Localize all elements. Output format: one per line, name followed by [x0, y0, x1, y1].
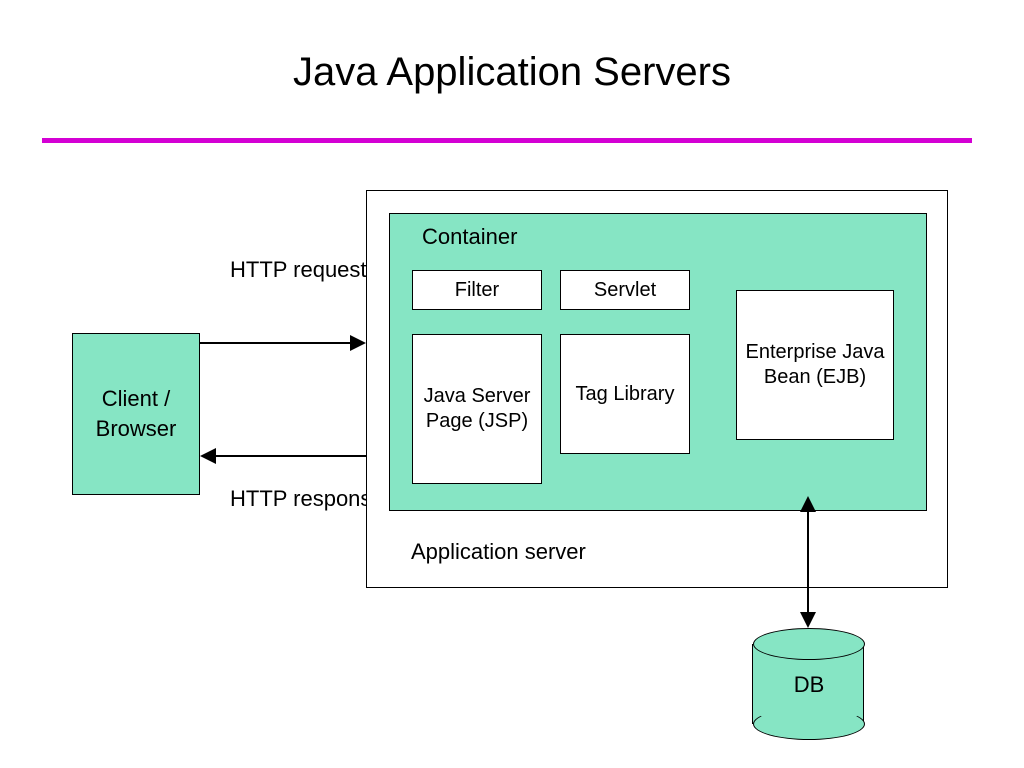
client-browser-label: Client / Browser: [79, 384, 193, 443]
container-box: Container Filter Servlet Java Server Pag…: [389, 213, 927, 511]
http-response-arrow: [216, 455, 366, 457]
db-arrow: [807, 498, 809, 626]
application-server-box: Container Filter Servlet Java Server Pag…: [366, 190, 948, 588]
ejb-box: Enterprise Java Bean (EJB): [736, 290, 894, 440]
filter-box: Filter: [412, 270, 542, 310]
tag-library-box: Tag Library: [560, 334, 690, 454]
db-label: DB: [753, 672, 865, 698]
application-server-label: Application server: [411, 539, 586, 565]
jsp-box: Java Server Page (JSP): [412, 334, 542, 484]
http-request-label: HTTP request: [230, 255, 367, 285]
client-browser-box: Client / Browser: [72, 333, 200, 495]
slide-title: Java Application Servers: [0, 50, 1024, 95]
title-divider: [42, 138, 972, 143]
servlet-box: Servlet: [560, 270, 690, 310]
container-label: Container: [422, 224, 517, 250]
http-request-arrow: [200, 342, 364, 344]
db-cylinder: DB: [752, 644, 864, 724]
